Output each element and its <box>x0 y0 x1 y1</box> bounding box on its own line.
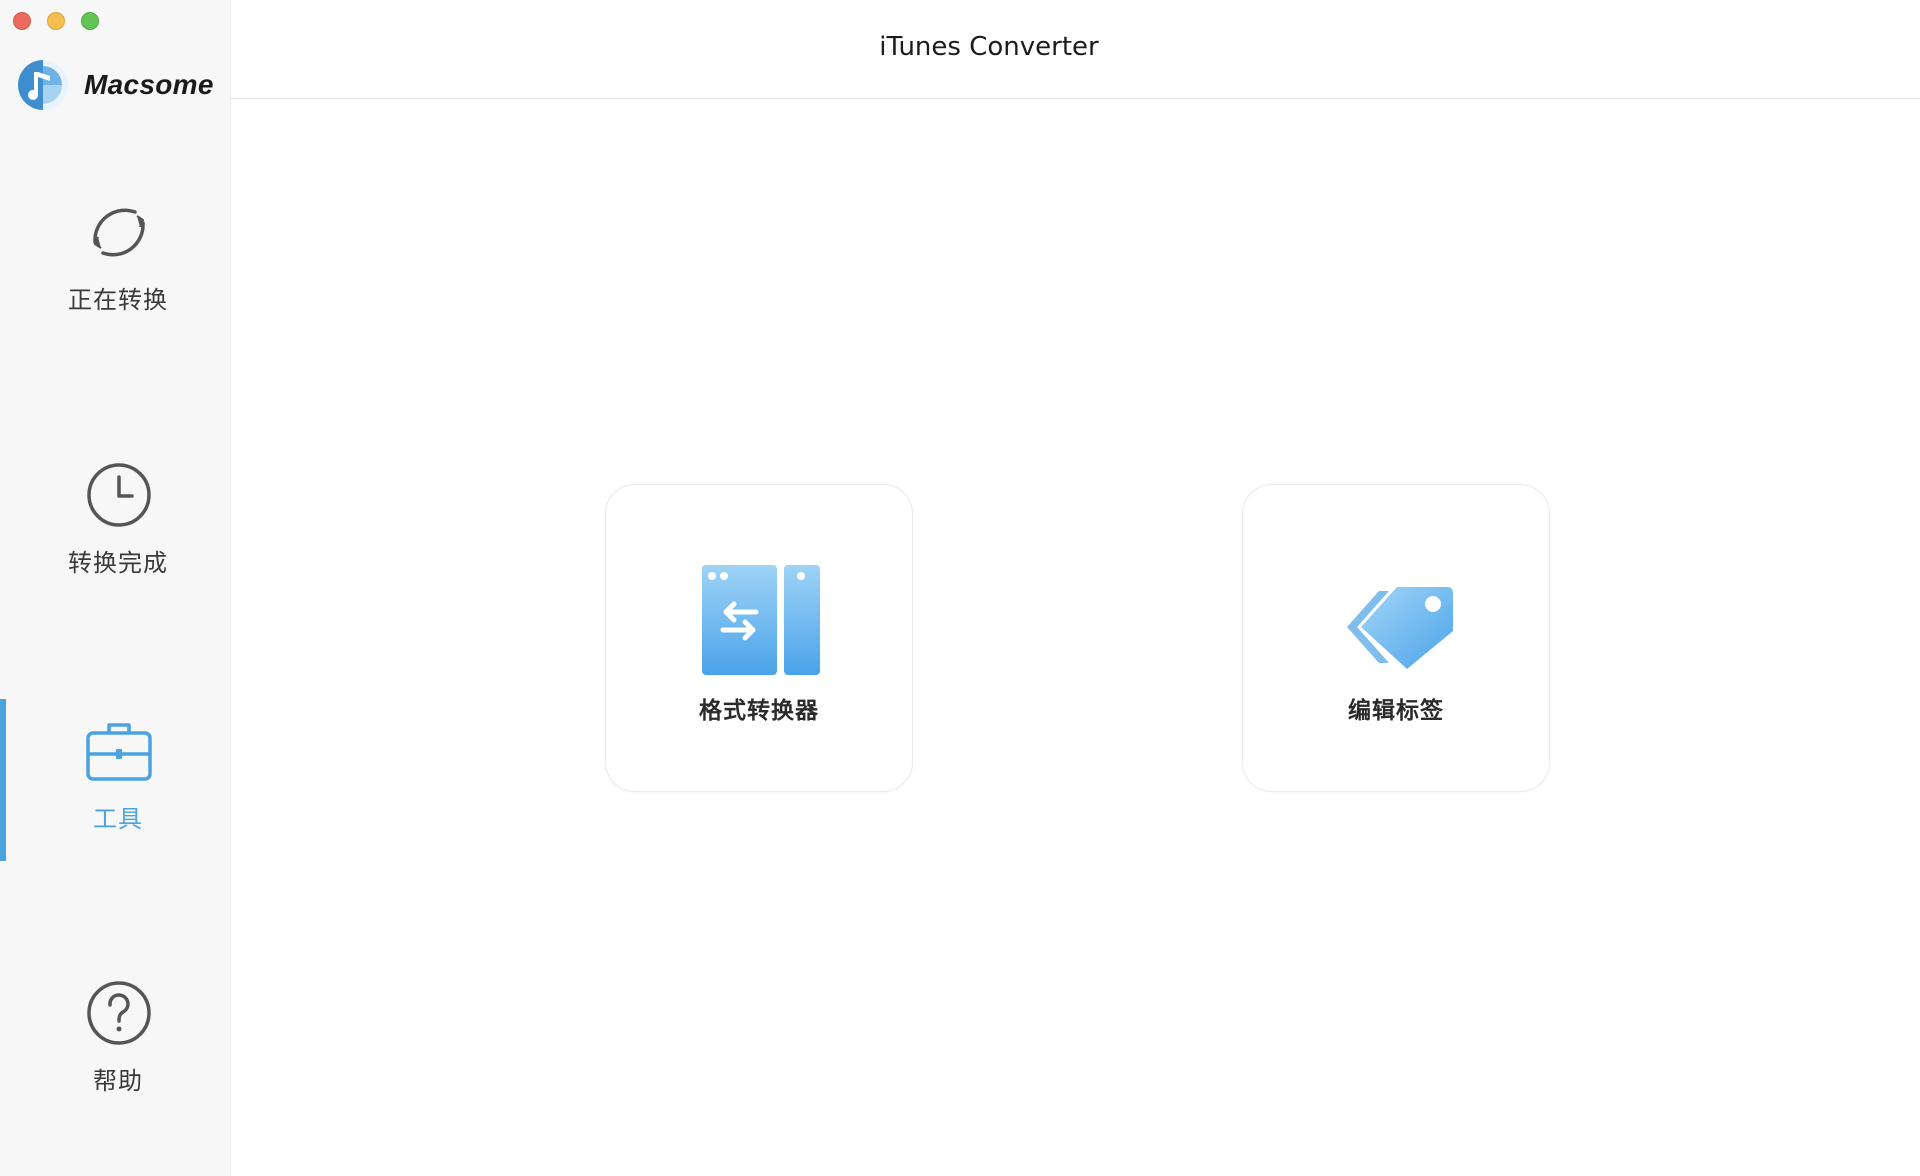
titlebar: iTunes Converter <box>231 0 1920 99</box>
sidebar: Macsome 正在转换 转换完成 工具 帮助 <box>0 0 231 1176</box>
zoom-window-button[interactable] <box>81 12 99 30</box>
close-window-button[interactable] <box>13 12 31 30</box>
tag-icon <box>1347 587 1453 669</box>
app-window: Macsome 正在转换 转换完成 工具 帮助 iTunes Converter… <box>0 0 1920 1176</box>
window-title: iTunes Converter <box>879 32 1099 62</box>
sidebar-item-converted[interactable]: 转换完成 <box>0 443 230 605</box>
edit-tag-card[interactable]: 编辑标签 <box>1242 484 1550 792</box>
sidebar-item-tools[interactable]: 工具 <box>0 699 230 861</box>
active-indicator <box>0 699 6 861</box>
sidebar-item-label: 正在转换 <box>68 286 168 314</box>
tool-label: 格式转换器 <box>699 698 819 724</box>
format-converter-icon <box>702 565 820 675</box>
sidebar-item-label: 帮助 <box>93 1067 143 1095</box>
tool-label: 编辑标签 <box>1348 698 1444 724</box>
minimize-window-button[interactable] <box>47 12 65 30</box>
main-panel: iTunes Converter 格式转换器 编辑标签 <box>231 0 1920 1176</box>
format-converter-card[interactable]: 格式转换器 <box>605 484 913 792</box>
refresh-icon <box>93 208 145 257</box>
clock-icon <box>87 463 151 527</box>
brand-name: Macsome <box>84 69 214 100</box>
sidebar-item-help[interactable]: 帮助 <box>0 961 230 1123</box>
help-icon <box>87 981 151 1045</box>
macsome-logo-icon <box>18 60 68 110</box>
brand: Macsome <box>16 58 214 112</box>
sidebar-item-converting[interactable]: 正在转换 <box>0 180 230 342</box>
sidebar-item-label: 工具 <box>93 805 143 833</box>
sidebar-item-label: 转换完成 <box>68 549 168 577</box>
toolbox-icon <box>86 723 152 781</box>
